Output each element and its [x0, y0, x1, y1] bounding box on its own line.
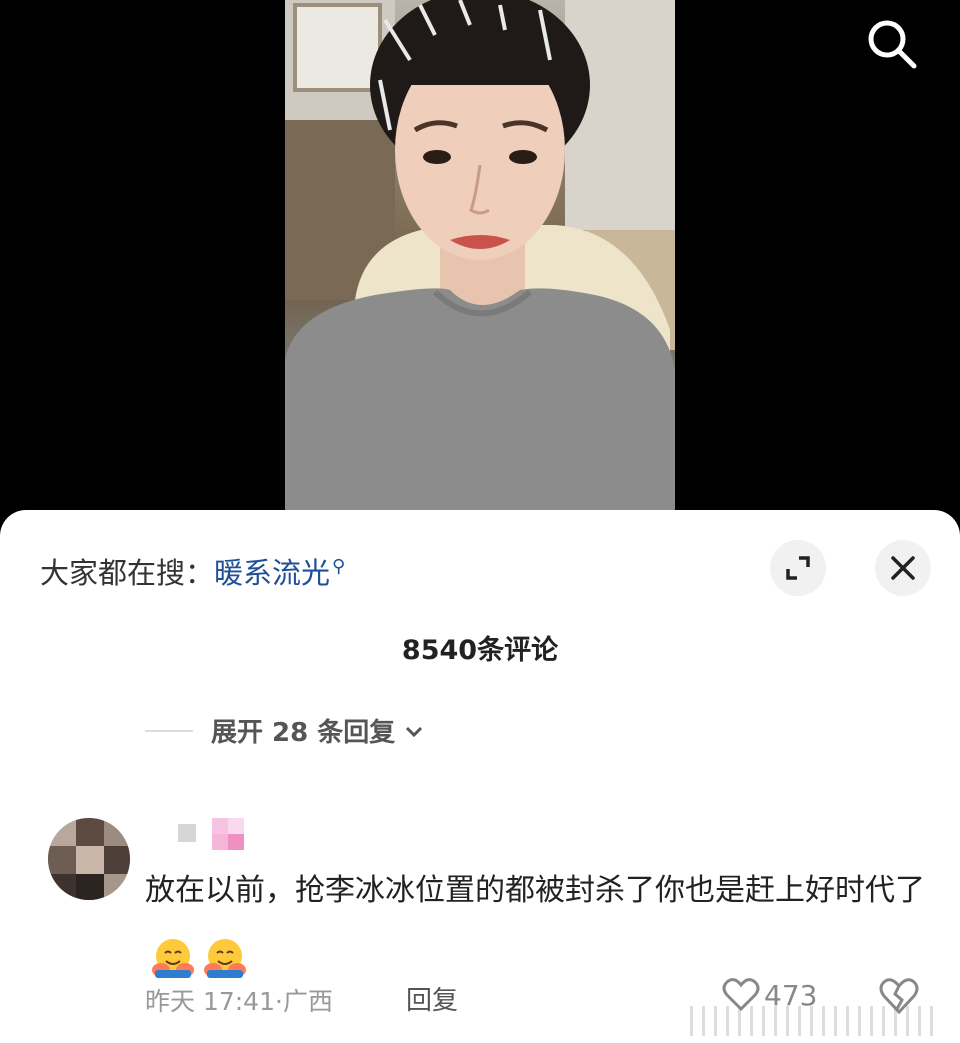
- search-icon[interactable]: [862, 14, 922, 74]
- chevron-down-icon: [406, 726, 423, 737]
- expand-replies-label: 展开 28 条回复: [211, 718, 396, 748]
- comment-text: 放在以前，抢李冰冰位置的都被封杀了你也是赶上好时代了: [145, 858, 925, 990]
- expand-replies-toggle[interactable]: 展开 28 条回复: [145, 712, 425, 749]
- meta-separator: ·: [275, 987, 283, 1016]
- hot-search-prefix: 大家都在搜：: [40, 556, 215, 590]
- reply-button[interactable]: 回复: [406, 980, 458, 1017]
- hugging-face-icon: [152, 938, 194, 978]
- hot-search: 大家都在搜：暖系流光 ⚲: [40, 550, 345, 592]
- search-icon-small: ⚲: [332, 556, 346, 578]
- video-player[interactable]: [285, 0, 675, 520]
- hot-search-keyword[interactable]: 暖系流光: [214, 556, 330, 590]
- close-button[interactable]: [875, 540, 931, 596]
- hugging-face-icon: [204, 938, 246, 978]
- comment-meta: 昨天 17:41·广西: [145, 982, 333, 1018]
- comment-count: 8540条评论: [401, 635, 559, 666]
- divider-line: [145, 729, 193, 732]
- comment-time: 昨天 17:41: [145, 987, 275, 1016]
- emoji-group: [151, 936, 247, 980]
- comments-sheet: 大家都在搜：暖系流光 ⚲ 8540条评论 展开 28 条回复 放在以前，抢李冰冰…: [0, 510, 960, 1043]
- username-blurred[interactable]: [178, 818, 248, 850]
- video-frame-image: [285, 0, 675, 520]
- expand-button[interactable]: [770, 540, 826, 596]
- watermark: [690, 1006, 940, 1036]
- video-area[interactable]: [0, 0, 960, 520]
- expand-icon: [786, 556, 810, 580]
- close-icon: [891, 556, 915, 580]
- comment-location: 广西: [282, 987, 333, 1016]
- comment-body: 放在以前，抢李冰冰位置的都被封杀了你也是赶上好时代了: [145, 873, 925, 908]
- avatar[interactable]: [48, 818, 130, 900]
